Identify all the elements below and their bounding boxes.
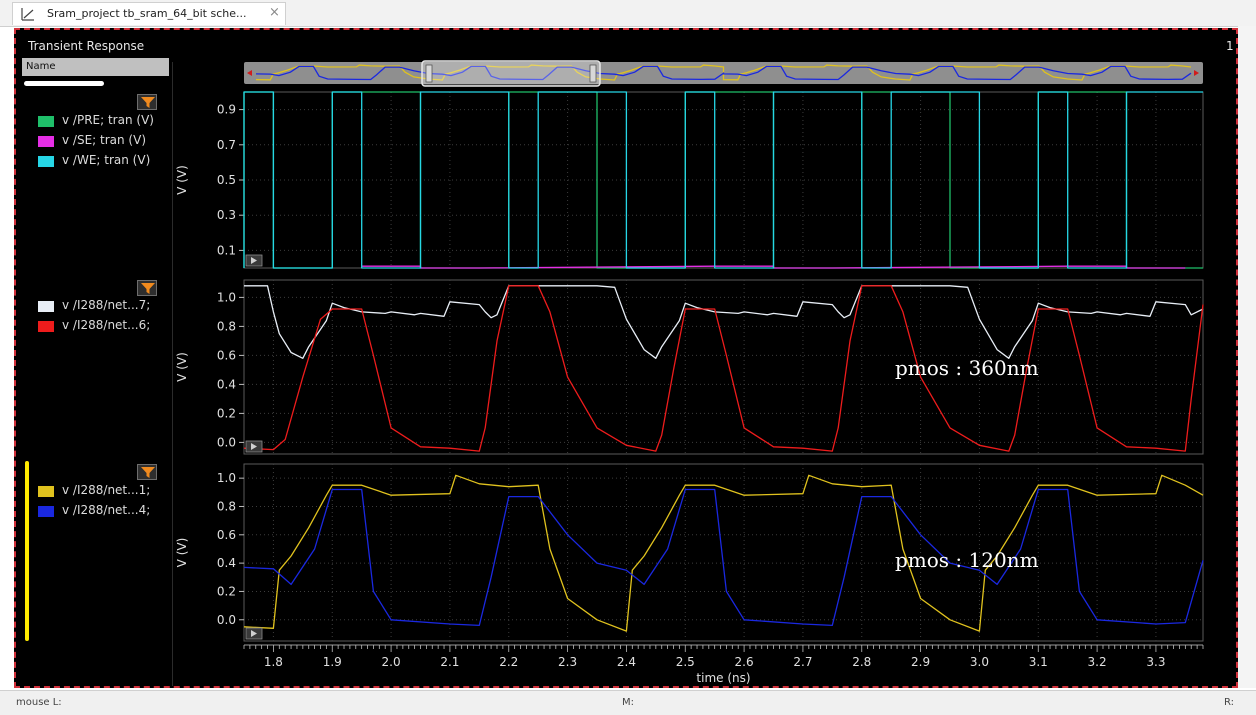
x-tick-label: 3.1 — [1029, 655, 1048, 669]
x-tick-label: 2.2 — [499, 655, 518, 669]
waveform-icon — [21, 8, 34, 21]
y-tick-label: 0.2 — [217, 406, 236, 420]
y-axis-label: V (V) — [175, 538, 189, 568]
y-tick-label: 0.6 — [217, 348, 236, 362]
status-mouse-middle: M: — [622, 697, 634, 708]
x-tick-label: 2.8 — [852, 655, 871, 669]
tab-bar: Sram_project tb_sram_64_bit sche... × — [0, 0, 1256, 27]
plot-frame — [243, 279, 1204, 455]
annotation-pmos-360: pmos : 360nm — [895, 356, 1039, 380]
y-tick-label: 0.5 — [217, 173, 236, 187]
x-tick-label: 3.3 — [1146, 655, 1165, 669]
x-tick-label: 2.6 — [735, 655, 754, 669]
y-tick-label: 0.6 — [217, 528, 236, 542]
tab-close-icon[interactable]: × — [269, 5, 280, 20]
tab-title: Sram_project tb_sram_64_bit sche... — [47, 7, 247, 20]
x-tick-label: 1.9 — [323, 655, 342, 669]
y-tick-label: 0.2 — [217, 584, 236, 598]
plot-area: 0.1 0.3 0.5 0.7 0.9 V (V) 0.0 0.2 0.4 0.6 0.8 1.0 V … — [175, 60, 1204, 685]
document-tab[interactable]: Sram_project tb_sram_64_bit sche... × — [12, 2, 286, 25]
y-tick-label: 0.0 — [217, 435, 236, 449]
y-tick-label: 0.9 — [217, 103, 236, 117]
x-tick-label: 2.1 — [440, 655, 459, 669]
status-mouse-left: mouse L: — [16, 697, 62, 708]
annotation-pmos-120: pmos : 120nm — [895, 548, 1039, 572]
x-tick-label: 2.3 — [558, 655, 577, 669]
status-bar: mouse L: M: R: — [0, 690, 1256, 715]
waveform-window: Transient Response Name v /PRE; tran (V)… — [14, 28, 1238, 688]
y-tick-label: 0.4 — [217, 556, 236, 570]
y-tick-label: 1.0 — [217, 290, 236, 304]
status-mouse-right: R: — [1224, 697, 1235, 708]
y-tick-label: 0.4 — [217, 377, 236, 391]
y-tick-label: 0.3 — [217, 208, 236, 222]
y-tick-label: 0.8 — [217, 319, 236, 333]
plot-frame — [243, 91, 1204, 269]
y-tick-label: 0.0 — [217, 613, 236, 627]
y-tick-label: 0.7 — [217, 138, 236, 152]
y-axis-label: V (V) — [175, 165, 189, 195]
x-tick-label: 1.8 — [264, 655, 283, 669]
vertical-scrollbar[interactable] — [1238, 26, 1256, 688]
x-tick-label: 2.5 — [676, 655, 695, 669]
overview-viewport — [421, 60, 601, 87]
y-axis-label: V (V) — [175, 352, 189, 382]
x-tick-label: 3.2 — [1088, 655, 1107, 669]
overview-left-handle — [425, 64, 433, 83]
x-tick-label: 3.0 — [970, 655, 989, 669]
y-tick-label: 0.1 — [217, 243, 236, 257]
x-tick-label: 2.7 — [793, 655, 812, 669]
x-axis-label: time (ns) — [696, 671, 750, 685]
y-tick-label: 0.8 — [217, 499, 236, 513]
x-tick-label: 2.0 — [382, 655, 401, 669]
y-tick-label: 1.0 — [217, 471, 236, 485]
x-tick-label: 2.4 — [617, 655, 636, 669]
overview-right-handle — [589, 64, 597, 83]
x-tick-label: 2.9 — [911, 655, 930, 669]
